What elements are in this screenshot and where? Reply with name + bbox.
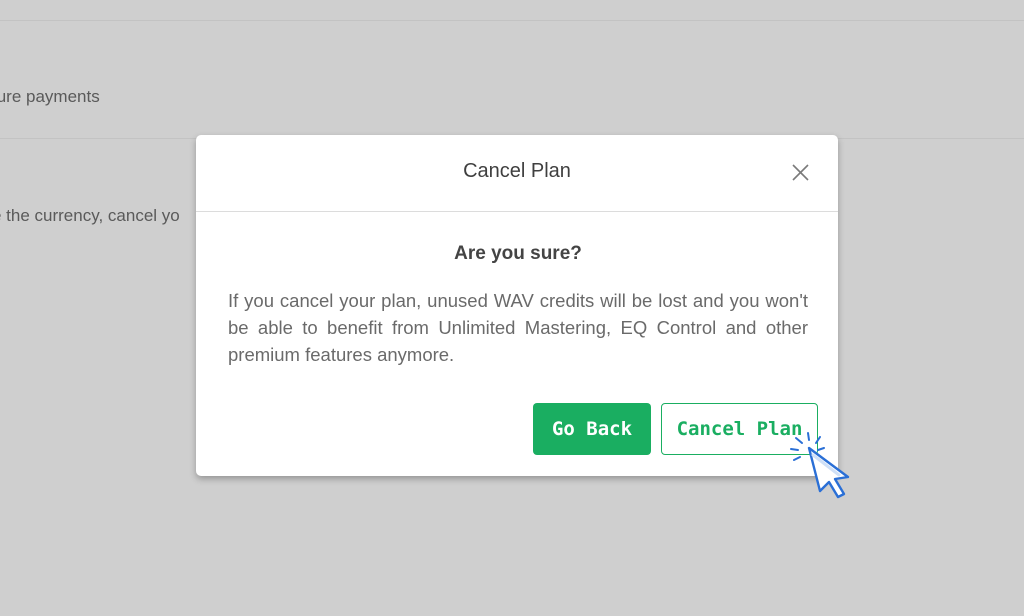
dialog-body: Are you sure? If you cancel your plan, u… [228, 243, 808, 368]
background-text-payments: ture payments [0, 87, 100, 106]
cancel-plan-dialog: Cancel Plan Are you sure? If you cancel … [196, 135, 838, 476]
confirm-message: If you cancel your plan, unused WAV cred… [228, 290, 808, 365]
dialog-header: Cancel Plan [196, 135, 838, 212]
close-icon[interactable] [792, 164, 809, 181]
cancel-plan-button[interactable]: Cancel Plan [661, 403, 818, 455]
background-text-currency: e the currency, cancel yo [0, 206, 180, 225]
background-divider-top [0, 20, 1024, 21]
dialog-title: Cancel Plan [463, 160, 571, 182]
go-back-button[interactable]: Go Back [533, 403, 651, 455]
dialog-actions: Go Back Cancel Plan [533, 403, 818, 455]
confirm-heading: Are you sure? [454, 243, 582, 264]
